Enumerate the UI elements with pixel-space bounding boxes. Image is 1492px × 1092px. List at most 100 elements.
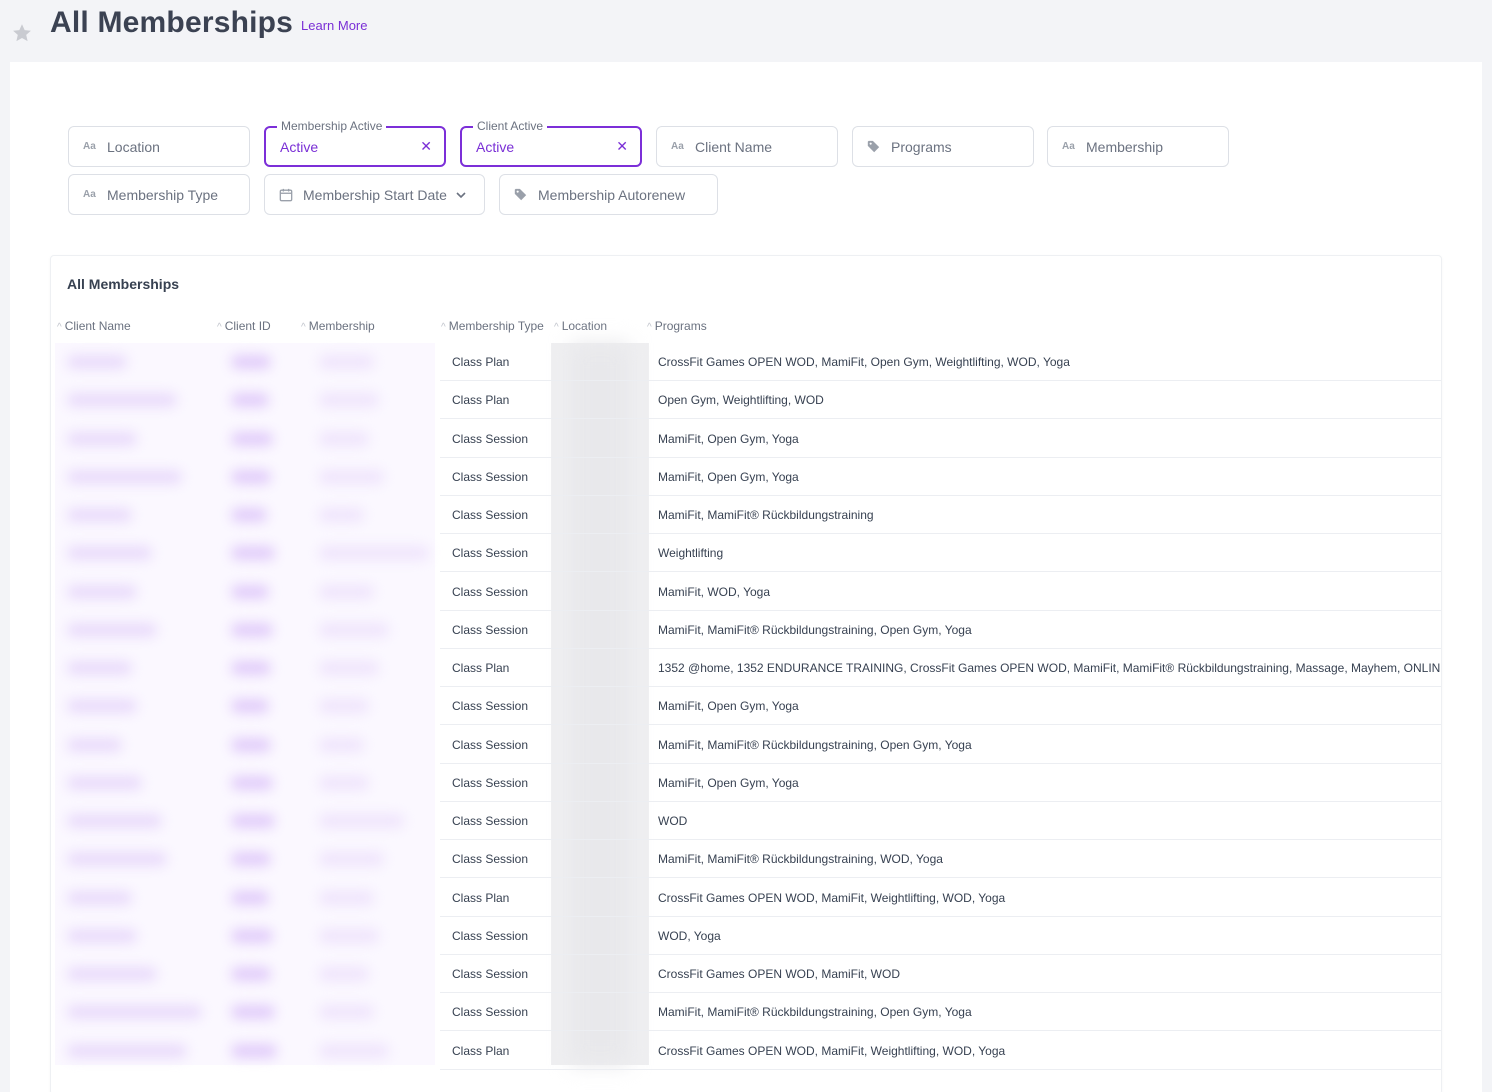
table-row[interactable]: Class Plan CrossFit Games OPEN WOD, MamiF…: [51, 1032, 1441, 1070]
cell-programs: MamiFit, MamiFit® Rückbildungstraining, …: [658, 1005, 972, 1020]
table-row[interactable]: Class Session MamiFit, WOD, Yoga: [51, 573, 1441, 611]
column-header-membership-type[interactable]: ^ Membership Type: [441, 319, 544, 333]
redacted-membership: [319, 1043, 389, 1058]
filter-membership-active[interactable]: Membership Active Active ✕: [264, 119, 446, 167]
redacted-client-id: [231, 355, 271, 369]
tag-icon: [867, 140, 883, 153]
table-row[interactable]: Class Session WOD, Yoga: [51, 917, 1441, 955]
table-row[interactable]: Class Plan Open Gym, Weightlifting, WOD: [51, 381, 1441, 420]
redacted-client-name: [67, 584, 137, 599]
filter-client-name[interactable]: Aa Client Name: [656, 126, 838, 167]
cell-membership-type: Class Plan: [452, 890, 510, 905]
redacted-client-id: [231, 890, 269, 905]
filter-location-label: Location: [107, 138, 160, 155]
filter-membership-start-date[interactable]: Membership Start Date: [264, 174, 485, 215]
text-type-icon: Aa: [1062, 141, 1075, 152]
redacted-client-id: [231, 699, 269, 714]
close-icon[interactable]: ✕: [616, 138, 628, 155]
redacted-membership: [319, 775, 369, 790]
cell-membership-type: Class Session: [452, 967, 529, 981]
cell-membership-type: Class Session: [452, 584, 529, 599]
text-type-icon: Aa: [671, 141, 684, 152]
filter-client-active-value: Active: [476, 138, 515, 155]
cell-membership-type: Class Session: [452, 546, 529, 561]
table-row[interactable]: Class Session MamiFit, MamiFit® Rückbildu…: [51, 611, 1441, 649]
cell-membership-type: Class Plan: [452, 393, 510, 408]
table-row[interactable]: Class Plan 1352 @home, 1352 ENDURANCE TRA…: [51, 649, 1441, 687]
memberships-table-card: All Memberships ^ Client Name ^ Client ID …: [50, 255, 1442, 1092]
column-header-membership[interactable]: ^ Membership: [301, 319, 375, 333]
redacted-membership: [319, 737, 364, 752]
cell-membership-type: Class Plan: [452, 355, 510, 369]
cell-programs: CrossFit Games OPEN WOD, MamiFit, Weight…: [658, 1043, 1006, 1058]
cell-programs: MamiFit, Open Gym, Yoga: [658, 775, 799, 790]
table-row[interactable]: Class Session MamiFit, MamiFit® Rückbildu…: [51, 496, 1441, 534]
filter-membership[interactable]: Aa Membership: [1047, 126, 1229, 167]
table-row[interactable]: Class Session MamiFit, Open Gym, Yoga: [51, 687, 1441, 726]
redacted-client-name: [67, 1005, 202, 1020]
cell-membership-type: Class Session: [452, 737, 529, 752]
redacted-client-name: [67, 546, 152, 561]
redacted-client-name: [67, 890, 132, 905]
redacted-membership: [319, 852, 384, 867]
redacted-client-name: [67, 775, 142, 790]
redacted-client-id: [231, 967, 271, 981]
cell-programs: MamiFit, MamiFit® Rückbildungstraining, …: [658, 737, 972, 752]
filter-client-active[interactable]: Client Active Active ✕: [460, 119, 642, 167]
redacted-client-id: [231, 737, 271, 752]
cell-membership-type: Class Session: [452, 852, 529, 867]
column-header-label: Location: [561, 319, 608, 333]
redacted-membership: [319, 814, 404, 828]
redacted-client-id: [231, 1005, 275, 1020]
table-row[interactable]: Class Session MamiFit, Open Gym, Yoga: [51, 764, 1441, 802]
star-icon[interactable]: [11, 22, 33, 44]
table-row[interactable]: Class Plan CrossFit Games OPEN WOD, MamiF…: [51, 879, 1441, 917]
column-header-label: Client Name: [64, 319, 131, 333]
filter-location[interactable]: Aa Location: [68, 126, 250, 167]
sort-icon: ^: [57, 322, 62, 333]
table-row[interactable]: Class Session MamiFit, MamiFit® Rückbildu…: [51, 993, 1441, 1032]
table-row[interactable]: Class Session MamiFit, Open Gym, Yoga: [51, 420, 1441, 458]
redacted-client-id: [231, 661, 271, 675]
table-title: All Memberships: [67, 276, 180, 292]
table-row[interactable]: Class Session Weightlifting: [51, 534, 1441, 573]
redacted-membership: [319, 928, 379, 943]
column-header-location[interactable]: ^ Location: [554, 319, 607, 333]
table-row[interactable]: Class Session CrossFit Games OPEN WOD, Ma…: [51, 955, 1441, 993]
redacted-client-name: [67, 355, 127, 369]
filter-membership-autorenew-label: Membership Autorenew: [538, 186, 686, 203]
redacted-client-id: [231, 1043, 277, 1058]
column-header-label: Membership Type: [448, 319, 544, 333]
close-icon[interactable]: ✕: [420, 138, 432, 155]
redacted-client-id: [231, 814, 275, 828]
cell-membership-type: Class Plan: [452, 1043, 510, 1058]
table-row[interactable]: Class Session WOD: [51, 802, 1441, 840]
redacted-client-name: [67, 508, 132, 522]
sort-icon: ^: [301, 322, 306, 333]
column-header-client-id[interactable]: ^ Client ID: [217, 319, 271, 333]
table-row[interactable]: Class Session MamiFit, MamiFit® Rückbildu…: [51, 840, 1441, 879]
redacted-client-id: [231, 928, 273, 943]
filter-membership-type[interactable]: Aa Membership Type: [68, 174, 250, 215]
filter-programs[interactable]: Programs: [852, 126, 1034, 167]
redacted-client-id: [231, 431, 273, 446]
table-row[interactable]: Class Plan CrossFit Games OPEN WOD, MamiF…: [51, 343, 1441, 381]
cell-programs: MamiFit, MamiFit® Rückbildungstraining, …: [658, 852, 943, 867]
column-header-programs[interactable]: ^ Programs: [647, 319, 707, 333]
cell-programs: WOD: [658, 814, 688, 828]
column-header-client-name[interactable]: ^ Client Name: [57, 319, 131, 333]
filter-membership-autorenew[interactable]: Membership Autorenew: [499, 174, 718, 215]
redacted-client-id: [231, 469, 271, 484]
table-row[interactable]: Class Session MamiFit, MamiFit® Rückbildu…: [51, 726, 1441, 764]
redacted-membership: [319, 508, 364, 522]
redacted-client-name: [67, 393, 177, 408]
table-row[interactable]: Class Session MamiFit, Open Gym, Yoga: [51, 458, 1441, 496]
filter-membership-label: Membership: [1086, 138, 1164, 155]
redacted-client-name: [67, 967, 157, 981]
sort-icon: ^: [217, 322, 222, 333]
redacted-membership: [319, 393, 379, 408]
row-divider: [440, 1068, 1441, 1070]
page-header: All Memberships Learn More: [0, 0, 1492, 62]
learn-more-link[interactable]: Learn More: [301, 18, 367, 33]
redacted-client-id: [231, 546, 275, 561]
